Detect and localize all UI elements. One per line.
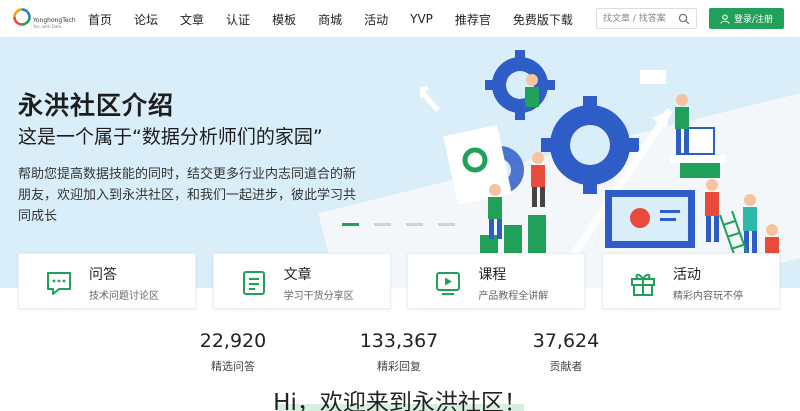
carousel-dot-2[interactable] xyxy=(374,223,391,226)
card-events[interactable]: 活动 精彩内容玩不停 xyxy=(601,253,780,309)
feature-cards: 问答 技术问题讨论区 文章 学习干货分享区 课程 产品教程全讲解 活动 精彩内容… xyxy=(18,253,780,309)
nav-item-recommender[interactable]: 推荐官 xyxy=(455,11,491,28)
nav-item-articles[interactable]: 文章 xyxy=(180,11,204,28)
card-articles[interactable]: 文章 学习干货分享区 xyxy=(212,253,391,309)
document-icon xyxy=(242,271,265,295)
stat-questions: 22,920 精选问答 xyxy=(163,330,303,374)
nav-item-certification[interactable]: 认证 xyxy=(226,11,250,28)
logo-text: YonghongTech xyxy=(33,17,76,24)
card-articles-desc: 学习干货分享区 xyxy=(283,291,354,302)
card-events-title: 活动 xyxy=(672,267,701,283)
hero-description: 帮助您提高数据技能的同时，结交更多行业内志同道合的新朋友，欢迎加入到永洪社区，和… xyxy=(18,167,357,224)
card-courses-desc: 产品教程全讲解 xyxy=(478,291,549,302)
nav-item-templates[interactable]: 模板 xyxy=(272,11,296,28)
video-icon xyxy=(436,272,461,295)
user-icon xyxy=(720,13,730,24)
card-articles-title: 文章 xyxy=(283,267,312,283)
message-bubble-icon xyxy=(640,70,666,84)
top-header: YonghongTech Yes, with Data 首页 论坛 文章 认证 … xyxy=(0,0,800,38)
hero-subtitle: 这是一个属于“数据分析师们的家园” xyxy=(18,126,323,148)
stat-replies-value: 133,367 xyxy=(359,330,439,352)
stat-questions-value: 22,920 xyxy=(199,330,267,352)
hero-illustration xyxy=(420,50,779,286)
person-icon xyxy=(705,179,719,242)
card-qa[interactable]: 问答 技术问题讨论区 xyxy=(18,253,196,309)
gear-icon xyxy=(485,50,555,120)
card-events-desc: 精彩内容玩不停 xyxy=(672,291,743,302)
search-input[interactable] xyxy=(603,12,675,26)
person-icon xyxy=(525,74,539,107)
stat-contributors-label: 贡献者 xyxy=(549,360,583,373)
card-courses-title: 课程 xyxy=(478,267,507,283)
search-icon[interactable] xyxy=(678,13,690,25)
hero-banner: 永洪社区介绍 这是一个属于“数据分析师们的家园” 帮助您提高数据技能的同时，结交… xyxy=(0,38,800,288)
stat-replies: 133,367 精彩回复 xyxy=(329,330,469,374)
login-register-button[interactable]: 登录/注册 xyxy=(709,8,784,29)
chat-icon xyxy=(47,272,71,295)
document-icon xyxy=(443,124,512,205)
nav-item-events[interactable]: 活动 xyxy=(364,11,388,28)
arrow-icon xyxy=(420,85,440,112)
gift-icon xyxy=(630,273,655,296)
search-box xyxy=(596,8,697,29)
person-icon xyxy=(488,184,502,239)
carousel-dot-1[interactable] xyxy=(342,223,359,226)
stat-questions-label: 精选问答 xyxy=(211,360,255,373)
card-qa-title: 问答 xyxy=(89,267,117,283)
stat-contributors: 37,624 贡献者 xyxy=(496,330,636,374)
nav-item-free-download[interactable]: 免费版下载 xyxy=(513,11,573,28)
card-courses[interactable]: 课程 产品教程全讲解 xyxy=(407,253,586,309)
login-register-label: 登录/注册 xyxy=(733,15,774,25)
logo[interactable]: YonghongTech Yes, with Data xyxy=(12,7,76,35)
main-nav: 首页 论坛 文章 认证 模板 商城 活动 YVP 推荐官 免费版下载 xyxy=(88,0,595,38)
person-icon xyxy=(531,152,545,207)
stat-replies-label: 精彩回复 xyxy=(377,360,421,373)
welcome-heading: Hi，欢迎来到永洪社区！ xyxy=(273,390,527,411)
stat-contributors-value: 37,624 xyxy=(532,330,600,352)
hero-title: 永洪社区介绍 xyxy=(18,91,175,120)
logo-mark-icon xyxy=(13,8,31,26)
logo-tagline: Yes, with Data xyxy=(33,24,62,29)
nav-item-store[interactable]: 商城 xyxy=(318,11,342,28)
card-qa-desc: 技术问题讨论区 xyxy=(89,291,159,302)
nav-item-yvp[interactable]: YVP xyxy=(410,12,433,26)
nav-item-forum[interactable]: 论坛 xyxy=(134,11,158,28)
nav-item-home[interactable]: 首页 xyxy=(88,11,112,28)
